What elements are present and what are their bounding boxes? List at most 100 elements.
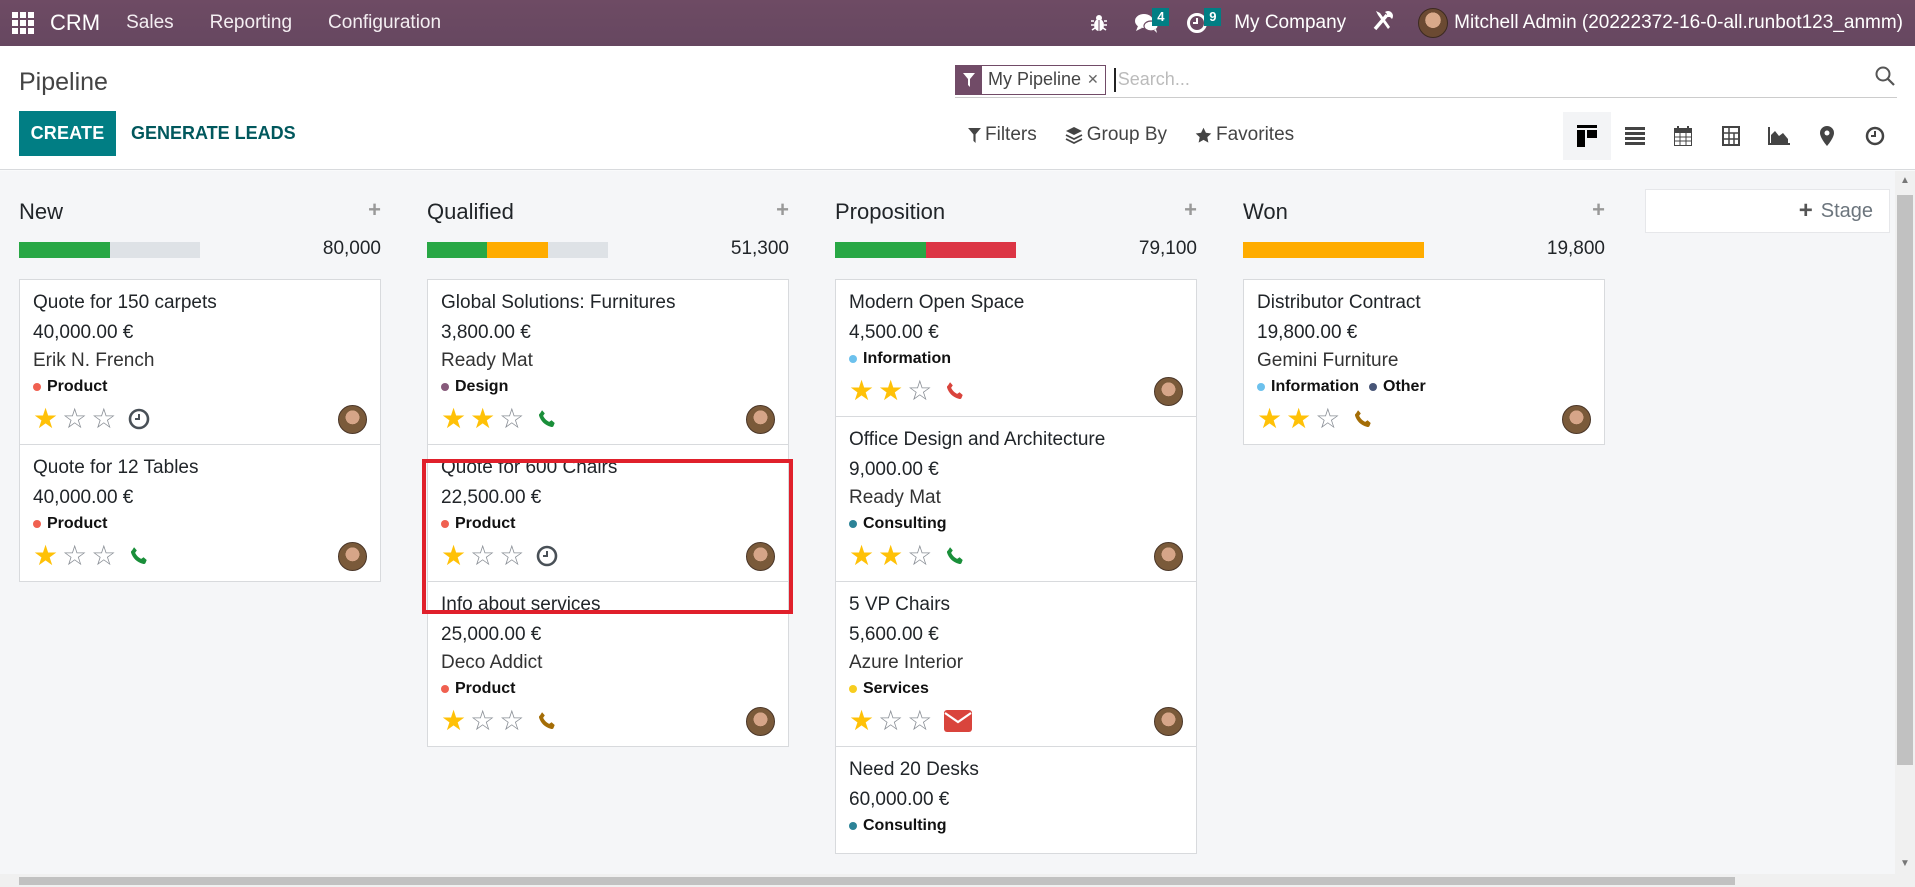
priority-star-icon[interactable]: ☆ [499,707,524,735]
phone-icon[interactable] [1352,408,1374,430]
phone-icon[interactable] [128,545,150,567]
priority-star-icon[interactable]: ★ [441,707,466,735]
debug-bug-icon[interactable] [1090,13,1108,33]
menu-reporting[interactable]: Reporting [210,12,292,34]
priority-star-icon[interactable]: ★ [33,542,58,570]
quick-create-plus-icon[interactable]: + [368,197,381,223]
generate-leads-button[interactable]: GENERATE LEADS [131,111,296,156]
priority-star-icon[interactable]: ★ [849,377,874,405]
search-icon[interactable] [1875,66,1895,92]
salesperson-avatar[interactable] [338,405,367,434]
priority-star-icon[interactable]: ★ [1257,405,1282,433]
priority-star-icon[interactable]: ☆ [907,707,932,735]
salesperson-avatar[interactable] [1154,542,1183,571]
tools-icon[interactable] [1372,8,1396,38]
column-progress-bar[interactable] [1243,242,1424,258]
phone-icon[interactable] [536,710,558,732]
activities-clock-icon[interactable]: 9 [1186,8,1222,34]
salesperson-avatar[interactable] [746,405,775,434]
salesperson-avatar[interactable] [1154,707,1183,736]
progress-segment[interactable] [487,242,548,258]
kanban-card[interactable]: Need 20 Desks 60,000.00 € Consulting [835,747,1197,854]
phone-icon[interactable] [536,408,558,430]
favorites-dropdown[interactable]: Favorites [1195,124,1294,146]
kanban-card[interactable]: Quote for 12 Tables 40,000.00 € Product ★ ☆… [19,445,381,582]
salesperson-avatar[interactable] [746,542,775,571]
priority-star-icon[interactable]: ☆ [907,377,932,405]
priority-star-icon[interactable]: ☆ [62,542,87,570]
priority-star-icon[interactable]: ☆ [91,542,116,570]
menu-sales[interactable]: Sales [126,12,174,34]
progress-segment[interactable] [1243,242,1424,258]
filters-dropdown[interactable]: Filters [968,124,1037,146]
kanban-card[interactable]: Global Solutions: Furnitures 3,800.00 € R… [427,279,789,445]
priority-star-icon[interactable]: ★ [878,542,903,570]
priority-star-icon[interactable]: ★ [1286,405,1311,433]
apps-menu-icon[interactable] [12,12,34,34]
scroll-down-arrow-icon[interactable]: ▼ [1900,858,1910,869]
column-progress-bar[interactable] [19,242,200,258]
user-avatar[interactable] [1418,8,1449,38]
menu-configuration[interactable]: Configuration [328,12,441,34]
progress-segment[interactable] [427,242,488,258]
salesperson-avatar[interactable] [1154,377,1183,406]
search-facet[interactable]: My Pipeline ✕ [955,64,1106,95]
priority-star-icon[interactable]: ★ [849,707,874,735]
phone-icon[interactable] [944,380,966,402]
user-menu[interactable]: Mitchell Admin (20222372-16-0-all.runbot… [1454,12,1903,34]
quick-create-plus-icon[interactable]: + [1592,197,1605,223]
envelope-icon[interactable] [944,710,973,732]
list-view-button[interactable] [1611,112,1659,160]
column-title[interactable]: New [19,199,63,225]
search-input[interactable] [1113,67,1897,92]
groupby-dropdown[interactable]: Group By [1065,124,1167,146]
progress-segment[interactable] [925,242,1016,258]
pivot-view-button[interactable] [1707,112,1755,160]
vertical-scroll-thumb[interactable] [1897,195,1913,765]
add-stage-button[interactable]: + Stage [1645,189,1890,233]
graph-view-button[interactable] [1755,112,1803,160]
priority-star-icon[interactable]: ★ [33,405,58,433]
priority-star-icon[interactable]: ☆ [470,707,495,735]
clock-icon[interactable] [536,545,558,567]
map-view-button[interactable] [1803,112,1851,160]
priority-star-icon[interactable]: ☆ [470,542,495,570]
priority-star-icon[interactable]: ★ [441,542,466,570]
app-brand[interactable]: CRM [50,10,100,36]
kanban-card[interactable]: Quote for 600 Chairs 22,500.00 € Product ★… [427,445,789,582]
scroll-up-arrow-icon[interactable]: ▲ [1900,175,1910,186]
create-button[interactable]: CREATE [19,111,116,156]
messages-icon[interactable]: 4 [1134,8,1170,34]
progress-segment[interactable] [835,242,926,258]
priority-star-icon[interactable]: ☆ [91,405,116,433]
priority-star-icon[interactable]: ☆ [907,542,932,570]
column-title[interactable]: Proposition [835,199,945,225]
column-progress-bar[interactable] [835,242,1016,258]
calendar-view-button[interactable] [1659,112,1707,160]
kanban-card[interactable]: Quote for 150 carpets 40,000.00 € Erik N.… [19,279,381,445]
column-title[interactable]: Qualified [427,199,514,225]
priority-star-icon[interactable]: ☆ [499,405,524,433]
kanban-card[interactable]: 5 VP Chairs 5,600.00 € Azure Interior Serv… [835,582,1197,747]
kanban-card[interactable]: Office Design and Architecture 9,000.00 … [835,417,1197,582]
priority-star-icon[interactable]: ★ [849,542,874,570]
column-progress-bar[interactable] [427,242,608,258]
vertical-scrollbar[interactable]: ▲ ▼ [1895,171,1915,887]
activity-view-button[interactable] [1851,112,1899,160]
salesperson-avatar[interactable] [338,542,367,571]
facet-remove-icon[interactable]: ✕ [1087,66,1105,94]
priority-star-icon[interactable]: ☆ [499,542,524,570]
quick-create-plus-icon[interactable]: + [776,197,789,223]
quick-create-plus-icon[interactable]: + [1184,197,1197,223]
salesperson-avatar[interactable] [1562,405,1591,434]
company-switcher[interactable]: My Company [1234,12,1346,34]
kanban-card[interactable]: Distributor Contract 19,800.00 € Gemini F… [1243,279,1605,445]
horizontal-scrollbar[interactable] [0,874,1895,887]
horizontal-scroll-thumb[interactable] [19,877,1735,885]
kanban-card[interactable]: Info about services 25,000.00 € Deco Addi… [427,582,789,747]
phone-icon[interactable] [944,545,966,567]
kanban-view-button[interactable] [1563,112,1611,160]
priority-star-icon[interactable]: ☆ [1315,405,1340,433]
clock-icon[interactable] [128,408,150,430]
priority-star-icon[interactable]: ★ [470,405,495,433]
